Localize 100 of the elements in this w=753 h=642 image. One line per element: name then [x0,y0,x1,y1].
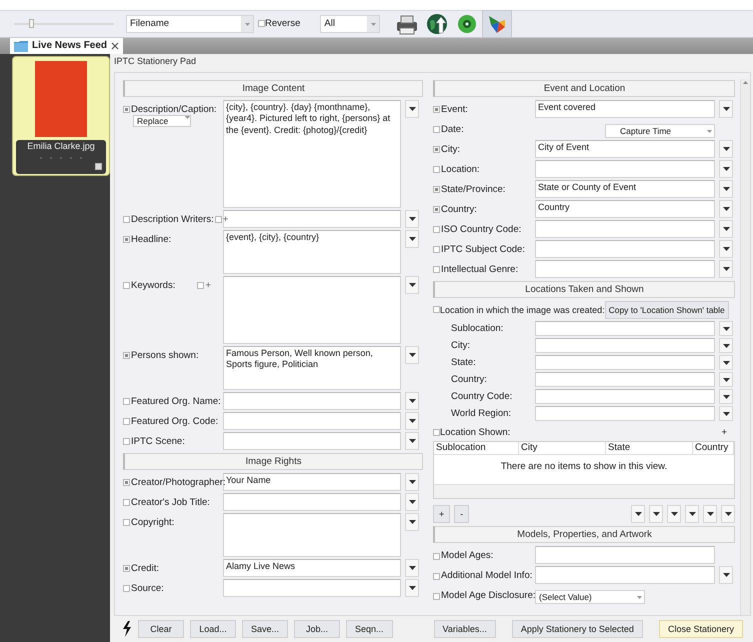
input-field[interactable] [223,412,401,430]
input-field[interactable] [535,321,715,336]
footer-button[interactable]: Seqn... [346,620,393,638]
menu-button[interactable] [721,505,735,524]
checkbox[interactable] [123,499,130,506]
tab[interactable]: Live News Feed [10,38,124,54]
scrollbar[interactable] [740,79,750,615]
input-field[interactable]: Alamy Live News [223,559,401,577]
menu-button[interactable] [719,321,733,336]
checkbox[interactable] [433,126,440,134]
checkbox[interactable] [123,479,130,486]
menu-button[interactable] [405,210,419,228]
checkbox[interactable] [433,266,440,274]
column-header[interactable]: City [519,442,606,454]
checkbox[interactable] [123,352,130,360]
input-field[interactable] [223,432,401,450]
checkbox[interactable] [433,429,440,436]
menu-button[interactable] [405,579,419,597]
checkbox[interactable] [214,216,222,224]
menu-button[interactable] [405,513,419,531]
horizontal-scrollbar[interactable] [434,484,734,498]
footer-button[interactable]: Variables... [434,620,496,638]
menu-button[interactable] [719,240,733,258]
input-field[interactable]: State or County of Event [535,180,715,198]
checkbox[interactable] [433,146,440,154]
add-button[interactable]: + [721,427,727,438]
checkbox[interactable] [433,166,440,174]
checkbox[interactable] [123,585,130,592]
input-field[interactable] [535,338,715,353]
input-field[interactable] [535,406,715,421]
footer-button[interactable]: Apply Stationery to Selected [512,620,643,638]
text-area[interactable]: Famous Person, Well known person, Sports figure, Politician [223,346,401,390]
input-field[interactable] [535,220,715,238]
sort-dropdown[interactable]: Filename [126,15,254,33]
input-field[interactable]: Your Name [223,473,401,491]
checkbox[interactable] [433,186,440,194]
checkbox[interactable] [433,306,440,314]
footer-button[interactable]: Load... [190,620,236,638]
menu-button[interactable] [719,160,733,178]
menu-button[interactable] [405,432,419,450]
checkbox[interactable] [95,163,102,170]
filter-dropdown[interactable]: All [320,15,380,33]
menu-button[interactable] [667,505,681,524]
menu-button[interactable] [719,100,733,118]
checkbox[interactable] [197,282,204,290]
menu-button[interactable] [719,260,733,278]
reverse-label[interactable]: Reverse [265,18,300,30]
table-button[interactable]: + [433,505,450,524]
checkbox[interactable] [433,552,440,560]
footer-button[interactable]: Save... [242,620,288,638]
scroll-up-icon[interactable] [743,81,748,84]
input-field[interactable] [535,160,715,178]
column-header[interactable]: Country [693,442,734,454]
input-field[interactable] [223,493,401,511]
menu-button[interactable] [719,566,733,584]
menu-button[interactable] [405,473,419,491]
table-button[interactable]: - [454,505,470,524]
checkbox[interactable] [258,20,265,28]
menu-button[interactable] [405,412,419,430]
checkbox[interactable] [433,106,440,114]
input-field[interactable] [535,546,715,564]
input-field[interactable] [535,260,715,278]
menu-button[interactable] [405,276,419,294]
input-field[interactable] [535,372,715,387]
mode-dropdown[interactable]: Replace [133,115,191,127]
checkbox[interactable] [123,418,130,426]
menu-button[interactable] [405,559,419,577]
dropdown[interactable]: Capture Time [605,124,715,138]
input-field[interactable]: Country [535,200,715,218]
menu-button[interactable] [719,372,733,387]
thumbnail-card[interactable]: Emilia Clarke.jpg [12,56,110,176]
checkbox[interactable] [433,226,440,234]
checkbox[interactable] [123,236,130,244]
column-header[interactable]: State [606,442,693,454]
input-field[interactable] [535,566,715,584]
menu-button[interactable] [719,338,733,353]
checkbox[interactable] [123,216,130,224]
lightning-icon[interactable] [122,621,132,637]
menu-button[interactable] [405,346,419,364]
input-field[interactable]: Event covered [535,100,715,118]
input-field[interactable] [535,389,715,404]
add-button[interactable]: + [222,214,228,226]
menu-button[interactable] [719,200,733,218]
footer-button[interactable]: Job... [294,620,340,638]
menu-button[interactable] [405,392,419,410]
menu-button[interactable] [405,230,419,248]
menu-button[interactable] [685,505,699,524]
menu-button[interactable] [719,389,733,404]
input-field[interactable] [535,355,715,370]
menu-button[interactable] [719,140,733,158]
checkbox[interactable] [433,246,440,254]
menu-button[interactable] [719,220,733,238]
checkbox[interactable] [123,438,130,446]
menu-button[interactable] [649,505,663,524]
menu-button[interactable] [719,406,733,421]
text-area[interactable]: {event}, {city}, {country} [223,230,401,274]
menu-button[interactable] [719,355,733,370]
slider-thumb[interactable] [29,19,34,28]
footer-button[interactable]: Close Stationery [658,620,743,638]
menu-button[interactable] [631,505,645,524]
